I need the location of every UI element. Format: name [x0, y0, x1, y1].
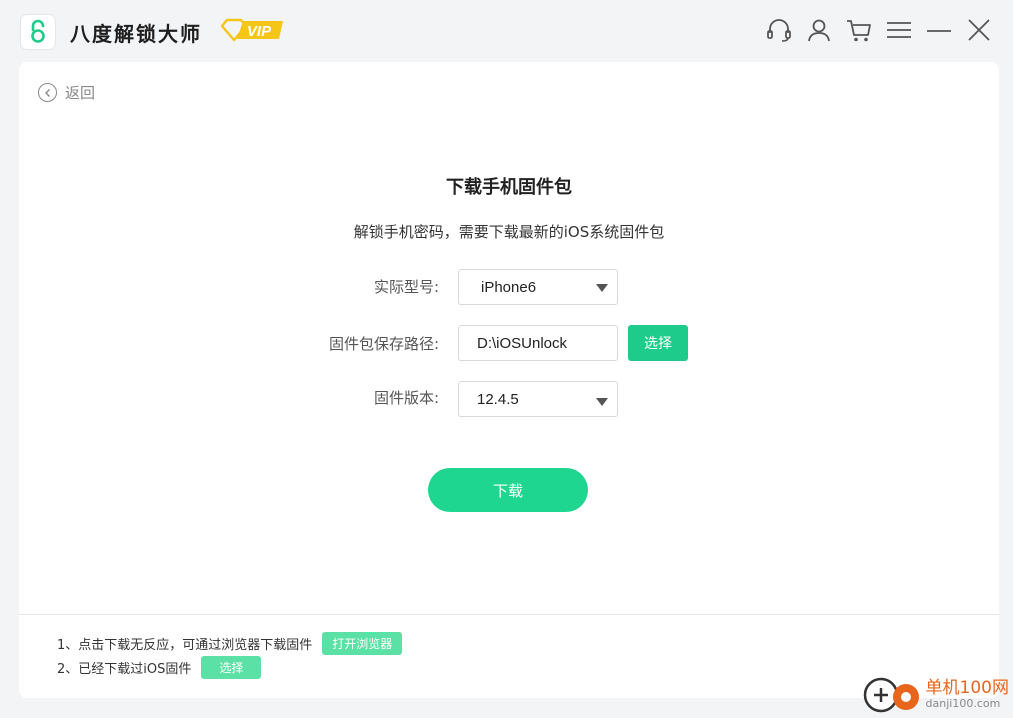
tip-row-2: 2、已经下载过iOS固件 选择	[57, 656, 262, 679]
tip-text: 1、点击下载无反应，可通过浏览器下载固件	[57, 638, 313, 653]
user-icon[interactable]	[805, 14, 833, 46]
path-input[interactable]: D:\iOSUnlock	[458, 325, 618, 361]
watermark-logo-icon	[863, 677, 919, 713]
chevron-down-icon	[596, 284, 608, 292]
watermark-sub: danji100.com	[925, 697, 1001, 711]
model-label: 实际型号:	[373, 278, 439, 296]
chevron-down-icon	[596, 398, 608, 406]
choose-path-button[interactable]: 选择	[628, 325, 688, 361]
main-panel: 返回 下载手机固件包 解锁手机密码，需要下载最新的iOS系统固件包 实际型号: …	[19, 62, 999, 698]
tip-row-1: 1、点击下载无反应，可通过浏览器下载固件 打开浏览器	[57, 632, 403, 655]
model-select[interactable]: iPhone6	[458, 269, 618, 305]
watermark-main: 单机100网	[925, 678, 1009, 699]
back-button[interactable]: 返回	[38, 82, 95, 103]
title-bar: 八度解锁大师 VIP	[0, 0, 1013, 62]
app-title: 八度解锁大师	[70, 22, 202, 46]
cart-icon[interactable]	[845, 14, 873, 46]
app-logo-icon	[20, 14, 56, 50]
back-label: 返回	[65, 85, 96, 102]
download-button[interactable]: 下载	[428, 468, 588, 512]
minimize-icon[interactable]	[925, 14, 953, 46]
version-select[interactable]: 12.4.5	[458, 381, 618, 417]
path-value: D:\iOSUnlock	[477, 334, 568, 352]
choose-firmware-button[interactable]: 选择	[201, 656, 262, 679]
headset-icon[interactable]	[765, 14, 793, 46]
divider	[19, 614, 999, 615]
model-value: iPhone6	[481, 278, 537, 296]
version-label: 固件版本:	[373, 389, 439, 407]
menu-icon[interactable]	[885, 14, 913, 46]
vip-label: VIP	[247, 23, 272, 40]
page-title: 下载手机固件包	[446, 177, 572, 198]
page-subtitle: 解锁手机密码，需要下载最新的iOS系统固件包	[353, 223, 665, 241]
tip-text: 2、已经下载过iOS固件	[57, 662, 192, 677]
chevron-left-icon	[38, 83, 57, 102]
path-label: 固件包保存路径:	[328, 335, 439, 353]
vip-badge[interactable]: VIP	[219, 17, 285, 43]
close-icon[interactable]	[965, 14, 993, 46]
open-browser-button[interactable]: 打开浏览器	[322, 632, 403, 655]
version-value: 12.4.5	[477, 390, 519, 408]
watermark: 单机100网 danji100.com	[861, 675, 1009, 715]
